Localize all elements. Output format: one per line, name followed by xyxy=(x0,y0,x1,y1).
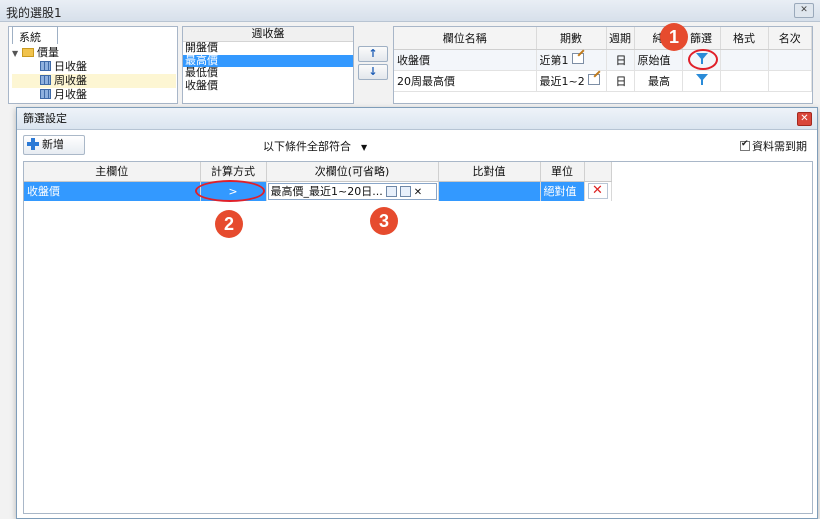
checkbox-icon[interactable] xyxy=(740,139,750,151)
period-label: 近第1 xyxy=(539,53,569,67)
tab-system[interactable]: 系統 xyxy=(12,26,58,44)
filter-grid: 主欄位 計算方式 次欄位(可省略) 比對值 單位 收盤價 > 最高價_最近1~2… xyxy=(23,161,813,514)
col-header-name: 欄位名稱 xyxy=(394,27,537,50)
secondary-field-value: 最高價_最近1~20日... xyxy=(270,184,383,198)
table-icon xyxy=(40,75,51,85)
move-up-button[interactable]: ↑ xyxy=(358,46,388,62)
tree-item-price-volume[interactable]: ▼ 價量 xyxy=(12,46,176,60)
table-icon xyxy=(40,61,51,71)
table-icon xyxy=(40,89,51,99)
header-secondary-field: 次欄位(可省略) xyxy=(266,162,439,182)
cell-cycle: 日 xyxy=(606,49,635,71)
field-item[interactable]: 收盤價 xyxy=(183,79,353,93)
cell-filter xyxy=(682,70,721,92)
header-unit: 單位 xyxy=(540,162,585,182)
edit-icon[interactable] xyxy=(588,73,601,85)
col-header-rank: 名次 xyxy=(768,27,812,50)
tree-item-label: 價量 xyxy=(37,46,59,59)
field-list-header: 週收盤 xyxy=(183,27,353,42)
cell-unit[interactable]: 絕對值 xyxy=(540,181,585,201)
cell-compare-value[interactable] xyxy=(438,181,541,201)
filter-dialog: 篩選設定 ✕ 新增 以下條件全部符合 ▼ 資料需到期 主欄位 計算方式 次欄位(可… xyxy=(16,107,818,519)
tree-item-label: 日收盤 xyxy=(54,60,87,73)
dialog-toolbar: 新增 以下條件全部符合 ▼ 資料需到期 xyxy=(23,135,813,157)
move-down-button[interactable]: ↓ xyxy=(358,64,388,80)
window-titlebar: 我的選股1 ✕ xyxy=(0,0,820,22)
table-icon[interactable] xyxy=(399,185,411,197)
secondary-field-editor[interactable]: 最高價_最近1~20日... ✕ xyxy=(267,182,437,200)
cell-period: 近第1 xyxy=(536,49,607,71)
tree-item-weekly-close[interactable]: 周收盤 xyxy=(12,74,176,88)
tree-item-label: 周收盤 xyxy=(54,74,87,87)
plus-icon xyxy=(27,138,39,150)
col-header-format: 格式 xyxy=(720,27,769,50)
expand-icon[interactable]: ▼ xyxy=(12,47,22,61)
table-row[interactable]: 收盤價 > 最高價_最近1~20日... ✕ 絕對值 ✕ xyxy=(24,181,612,201)
header-operator: 計算方式 xyxy=(200,162,267,182)
dialog-title: 篩選設定 xyxy=(17,108,817,130)
clear-icon[interactable]: ✕ xyxy=(414,185,422,200)
data-expiry-checkbox[interactable]: 資料需到期 xyxy=(740,138,807,154)
cell-value: 原始值 xyxy=(634,49,683,71)
dialog-close-button[interactable]: ✕ xyxy=(797,112,812,126)
window-title: 我的選股1 xyxy=(6,6,62,20)
highlight-ring-operator xyxy=(195,180,265,202)
tree-item-daily-close[interactable]: 日收盤 xyxy=(12,60,176,74)
cell-delete: ✕ xyxy=(584,181,612,201)
header-main-field: 主欄位 xyxy=(24,162,201,182)
tree-item-label: 月收盤 xyxy=(54,88,87,101)
cell-rank xyxy=(768,70,812,92)
field-list: 週收盤 開盤價 最高價 最低價 收盤價 xyxy=(182,26,354,104)
col-header-cycle: 週期 xyxy=(606,27,635,50)
add-condition-button[interactable]: 新增 xyxy=(23,135,85,155)
delete-row-button[interactable]: ✕ xyxy=(587,183,608,200)
table-row[interactable]: 收盤價 近第1 日 原始值 xyxy=(394,49,812,71)
cell-name: 20周最高價 xyxy=(394,70,537,92)
category-tree: ▼ 價量 日收盤 周收盤 月收盤 xyxy=(12,46,176,102)
field-item[interactable]: 最低價 xyxy=(183,66,353,80)
filter-icon[interactable] xyxy=(696,73,708,85)
tree-item-monthly-close[interactable]: 月收盤 xyxy=(12,88,176,102)
field-item[interactable]: 開盤價 xyxy=(183,41,353,55)
condition-mode-value: 以下條件全部符合 xyxy=(263,140,351,153)
condition-mode-select[interactable]: 以下條件全部符合 ▼ xyxy=(263,138,367,154)
header-compare-value: 比對值 xyxy=(438,162,541,182)
cell-cycle: 日 xyxy=(606,70,635,92)
cell-rank xyxy=(768,49,812,71)
table-row[interactable]: 20周最高價 最近1~2 日 最高 xyxy=(394,70,812,92)
cell-name: 收盤價 xyxy=(394,49,537,71)
add-label: 新增 xyxy=(42,138,64,151)
col-header-period: 期數 xyxy=(536,27,607,50)
dropdown-arrow-icon: ▼ xyxy=(361,143,368,152)
callout-badge-1: 1 xyxy=(660,23,688,51)
edit-icon[interactable] xyxy=(572,52,584,64)
column-grid: 欄位名稱 期數 週期 純 篩選 格式 名次 收盤價 近第1 日 原始值 20周最… xyxy=(393,26,813,104)
cell-main-field[interactable]: 收盤價 xyxy=(24,181,201,201)
cell-secondary-field[interactable]: 最高價_最近1~20日... ✕ xyxy=(266,181,439,201)
cell-format xyxy=(720,70,769,92)
highlight-ring-filter xyxy=(688,49,718,70)
callout-badge-2: 2 xyxy=(215,210,243,238)
picker-icon[interactable] xyxy=(385,185,397,197)
cell-value: 最高 xyxy=(634,70,683,92)
checkbox-label: 資料需到期 xyxy=(752,140,807,153)
window-close-button[interactable]: ✕ xyxy=(794,3,814,18)
header-delete xyxy=(584,162,612,182)
callout-badge-3: 3 xyxy=(370,207,398,235)
period-label: 最近1~2 xyxy=(539,74,585,88)
cell-format xyxy=(720,49,769,71)
folder-icon xyxy=(22,48,34,57)
cell-period: 最近1~2 xyxy=(536,70,607,92)
